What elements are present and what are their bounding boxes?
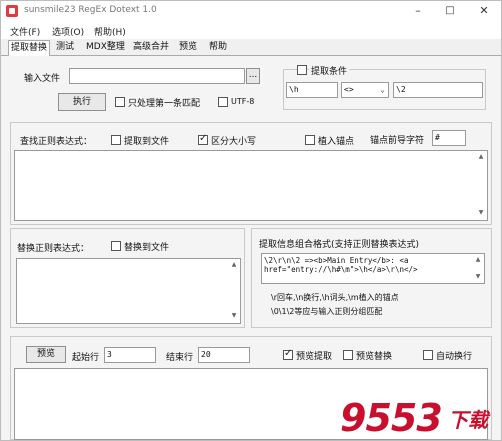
scroll-down-icon[interactable]: ▼ [476,208,486,218]
menu-file[interactable]: 文件(F) [10,25,40,38]
anchor-prefix-field[interactable]: # [432,130,466,146]
replace-to-file-label: 替换到文件 [124,243,170,253]
tab-mdx[interactable]: MDX整理 [84,40,127,56]
insert-anchor-checkbox[interactable] [305,135,315,145]
replace-to-file-checkbox[interactable] [111,241,121,251]
preview-replace-checkbox[interactable] [343,350,353,360]
preview-extract-label: 预览提取 [296,352,333,362]
scroll-up-icon[interactable]: ▲ [476,152,486,162]
insert-anchor-label: 植入锚点 [318,137,355,147]
case-sensitive-checkbox[interactable] [198,133,208,145]
format-scroll-up-icon[interactable]: ▲ [473,255,483,265]
condition-operator-select[interactable]: <> ⌄ [341,82,389,98]
tab-advanced-merge[interactable]: 高级合并 [131,40,171,56]
tab-test[interactable]: 测试 [54,40,76,56]
window-title: sunsmile23 RegEx Dotext 1.0 [24,5,157,15]
anchor-prefix-label: 锚点前导字符 [370,136,425,146]
format-help-line2: \0\1\2等应与输入正则分组匹配 [271,307,383,316]
utf8-label: UTF-8 [231,97,255,106]
menu-help[interactable]: 帮助(H) [94,25,126,38]
preview-extract-checkbox[interactable] [283,348,293,360]
auto-wrap-checkbox[interactable] [423,350,433,360]
browse-button[interactable]: ... [246,68,260,84]
replace-scroll-down-icon[interactable]: ▼ [229,311,239,321]
condition-left-field[interactable]: \h [286,82,338,98]
condition-right-field[interactable]: \2 [393,82,483,98]
app-icon [6,5,18,17]
utf8-checkbox[interactable] [218,97,228,107]
start-line-label: 起始行 [72,353,100,363]
replace-regex-textarea[interactable] [16,258,241,324]
format-scroll-down-icon[interactable]: ▼ [473,272,483,282]
preview-replace-label: 预览替换 [356,352,393,362]
minimize-button[interactable]: – [404,2,432,20]
execute-button[interactable]: 执行 [58,93,106,111]
preview-button[interactable]: 预览 [26,346,66,363]
first-match-checkbox[interactable] [115,97,125,107]
format-textarea[interactable]: \2\r\n\2 =><b>Main Entry</b>: <a href="e… [261,253,485,284]
tab-preview[interactable]: 预览 [177,40,199,56]
chevron-down-icon: ⌄ [380,85,385,94]
extract-condition-label: 提取条件 [309,64,350,77]
watermark-sub: 下载 [448,408,488,432]
watermark-logo: 9553 [340,396,443,440]
extract-to-file-checkbox[interactable] [111,135,121,145]
tab-extract-replace[interactable]: 提取替换 [8,40,51,56]
auto-wrap-label: 自动换行 [436,352,473,362]
replace-scroll-up-icon[interactable]: ▲ [229,260,239,270]
end-line-label: 结束行 [166,353,194,363]
find-regex-label: 查找正则表达式： [20,137,93,147]
input-file-field[interactable] [69,68,245,84]
condition-operator-value: <> [344,85,354,94]
case-sensitive-label: 区分大小写 [211,137,257,147]
close-button[interactable]: ✕ [470,2,498,20]
menu-options[interactable]: 选项(O) [52,25,84,38]
format-label: 提取信息组合格式(支持正则替换表达式) [259,240,420,250]
first-match-label: 只处理第一条匹配 [128,99,201,109]
start-line-field[interactable]: 3 [104,347,156,363]
tab-help[interactable]: 帮助 [207,40,229,56]
find-regex-textarea[interactable] [14,150,488,221]
input-file-label: 输入文件 [24,74,61,84]
extract-to-file-label: 提取到文件 [124,137,170,147]
replace-regex-label: 替换正则表达式： [17,244,90,254]
end-line-field[interactable]: 20 [198,347,250,363]
extract-condition-checkbox[interactable] [297,65,307,75]
format-help-line1: \r回车,\n换行,\h词头,\m植入的锚点 [271,293,399,302]
maximize-button[interactable]: □ [436,2,464,20]
